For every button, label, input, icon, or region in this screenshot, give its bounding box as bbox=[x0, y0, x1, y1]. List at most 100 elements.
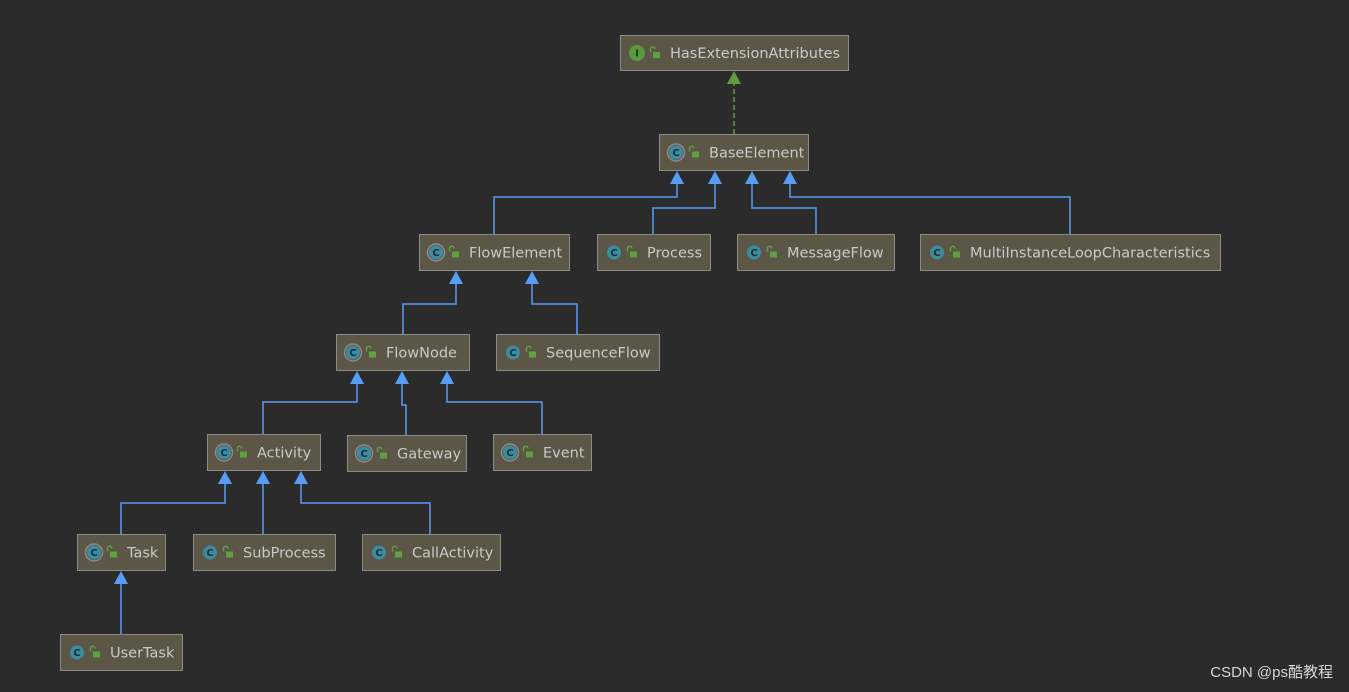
class-name: FlowNode bbox=[386, 346, 457, 362]
extends-line bbox=[751, 183, 817, 234]
class-node-flowelement[interactable]: C FlowElement bbox=[419, 234, 570, 271]
class-icon: C bbox=[372, 545, 386, 560]
class-icon: C bbox=[607, 245, 621, 260]
extends-line bbox=[401, 383, 407, 435]
class-name: HasExtensionAttributes bbox=[670, 46, 840, 62]
edge-baseelement-to-hasextensionattributes bbox=[727, 71, 741, 134]
class-name: Process bbox=[647, 246, 702, 262]
class-icon: C bbox=[70, 645, 84, 660]
edge-usertask-to-task bbox=[114, 571, 128, 634]
arrowhead-icon bbox=[708, 171, 722, 184]
class-name: UserTask bbox=[110, 646, 175, 662]
edge-callactivity-to-activity bbox=[294, 471, 431, 534]
class-name: MultiInstanceLoopCharacteristics bbox=[970, 246, 1210, 262]
edge-subprocess-to-activity bbox=[256, 471, 270, 534]
class-name: SequenceFlow bbox=[546, 346, 651, 362]
arrowhead-icon bbox=[256, 471, 270, 484]
abstract-class-icon: C bbox=[84, 543, 104, 562]
abstract-class-icon: C bbox=[354, 444, 374, 463]
edge-activity-to-flownode bbox=[262, 371, 364, 434]
nodes-layer: I HasExtensionAttributes C BaseElement C Flow… bbox=[60, 35, 1221, 671]
class-name: BaseElement bbox=[709, 146, 805, 162]
class-node-sequenceflow[interactable]: C SequenceFlow bbox=[496, 334, 660, 371]
arrowhead-icon bbox=[525, 271, 539, 284]
edge-messageflow-to-baseelement bbox=[745, 171, 817, 234]
extends-line bbox=[300, 483, 431, 534]
svg-text:C: C bbox=[750, 248, 757, 259]
arrowhead-icon bbox=[395, 371, 409, 384]
svg-text:C: C bbox=[220, 448, 227, 459]
arrowhead-icon bbox=[745, 171, 759, 184]
edge-task-to-activity bbox=[120, 471, 232, 534]
edge-flowelement-to-baseelement bbox=[493, 171, 684, 234]
abstract-class-icon: C bbox=[666, 143, 686, 162]
class-icon: C bbox=[930, 245, 944, 260]
class-name: Activity bbox=[257, 446, 312, 462]
svg-text:I: I bbox=[635, 49, 639, 60]
edge-process-to-baseelement bbox=[652, 171, 722, 234]
edge-gateway-to-flownode bbox=[395, 371, 409, 435]
class-node-gateway[interactable]: C Gateway bbox=[347, 435, 467, 472]
class-node-subprocess[interactable]: C SubProcess bbox=[193, 534, 336, 571]
edge-event-to-flownode bbox=[440, 371, 543, 434]
arrowhead-icon bbox=[449, 271, 463, 284]
class-name: FlowElement bbox=[469, 246, 562, 262]
svg-text:C: C bbox=[672, 148, 679, 159]
extends-line bbox=[531, 283, 578, 334]
class-name: MessageFlow bbox=[787, 246, 884, 262]
class-icon: C bbox=[747, 245, 761, 260]
class-node-messageflow[interactable]: C MessageFlow bbox=[737, 234, 895, 271]
class-icon: C bbox=[506, 345, 520, 360]
svg-text:C: C bbox=[349, 348, 356, 359]
class-node-activity[interactable]: C Activity bbox=[207, 434, 321, 471]
svg-text:C: C bbox=[360, 449, 367, 460]
extends-line bbox=[262, 383, 358, 434]
class-node-process[interactable]: C Process bbox=[597, 234, 711, 271]
arrowhead-icon bbox=[114, 571, 128, 584]
arrowhead-icon bbox=[350, 371, 364, 384]
class-name: SubProcess bbox=[243, 546, 326, 562]
svg-text:C: C bbox=[509, 348, 516, 359]
arrowhead-icon bbox=[670, 171, 684, 184]
arrowhead-icon bbox=[783, 171, 797, 184]
svg-text:C: C bbox=[432, 248, 439, 259]
class-node-hasextensionattributes[interactable]: I HasExtensionAttributes bbox=[620, 35, 849, 71]
extends-line bbox=[493, 183, 678, 234]
class-name: Task bbox=[126, 546, 159, 562]
abstract-class-icon: C bbox=[426, 243, 446, 262]
arrowhead-icon bbox=[218, 471, 232, 484]
class-diagram: I HasExtensionAttributes C BaseElement C Flow… bbox=[60, 35, 1221, 671]
class-icon: C bbox=[203, 545, 217, 560]
class-node-task[interactable]: C Task bbox=[77, 534, 166, 571]
class-node-event[interactable]: C Event bbox=[493, 434, 592, 471]
abstract-class-icon: C bbox=[500, 443, 520, 462]
extends-line bbox=[402, 283, 457, 334]
interface-icon: I bbox=[629, 45, 645, 61]
class-node-usertask[interactable]: C UserTask bbox=[60, 634, 183, 671]
arrowhead-icon bbox=[727, 71, 741, 84]
svg-text:C: C bbox=[206, 548, 213, 559]
extends-line bbox=[120, 483, 226, 534]
edge-multiinstanceloopcharacteristics-to-baseelement bbox=[783, 171, 1071, 234]
class-name: Event bbox=[543, 446, 585, 462]
svg-text:C: C bbox=[933, 248, 940, 259]
svg-text:C: C bbox=[90, 548, 97, 559]
class-node-multiinstanceloopcharacteristics[interactable]: C MultiInstanceLoopCharacteristics bbox=[920, 234, 1221, 271]
class-name: CallActivity bbox=[412, 546, 494, 562]
svg-text:C: C bbox=[506, 448, 513, 459]
arrowhead-icon bbox=[294, 471, 308, 484]
abstract-class-icon: C bbox=[343, 343, 363, 362]
class-name: Gateway bbox=[397, 447, 461, 463]
svg-text:C: C bbox=[610, 248, 617, 259]
abstract-class-icon: C bbox=[214, 443, 234, 462]
edge-sequenceflow-to-flowelement bbox=[525, 271, 578, 334]
class-node-flownode[interactable]: C FlowNode bbox=[336, 334, 470, 371]
arrowhead-icon bbox=[440, 371, 454, 384]
edge-flownode-to-flowelement bbox=[402, 271, 463, 334]
extends-line bbox=[789, 183, 1071, 234]
extends-line bbox=[446, 383, 543, 434]
extends-line bbox=[652, 183, 716, 234]
class-node-baseelement[interactable]: C BaseElement bbox=[659, 134, 809, 171]
class-node-callactivity[interactable]: C CallActivity bbox=[362, 534, 501, 571]
svg-text:C: C bbox=[375, 548, 382, 559]
